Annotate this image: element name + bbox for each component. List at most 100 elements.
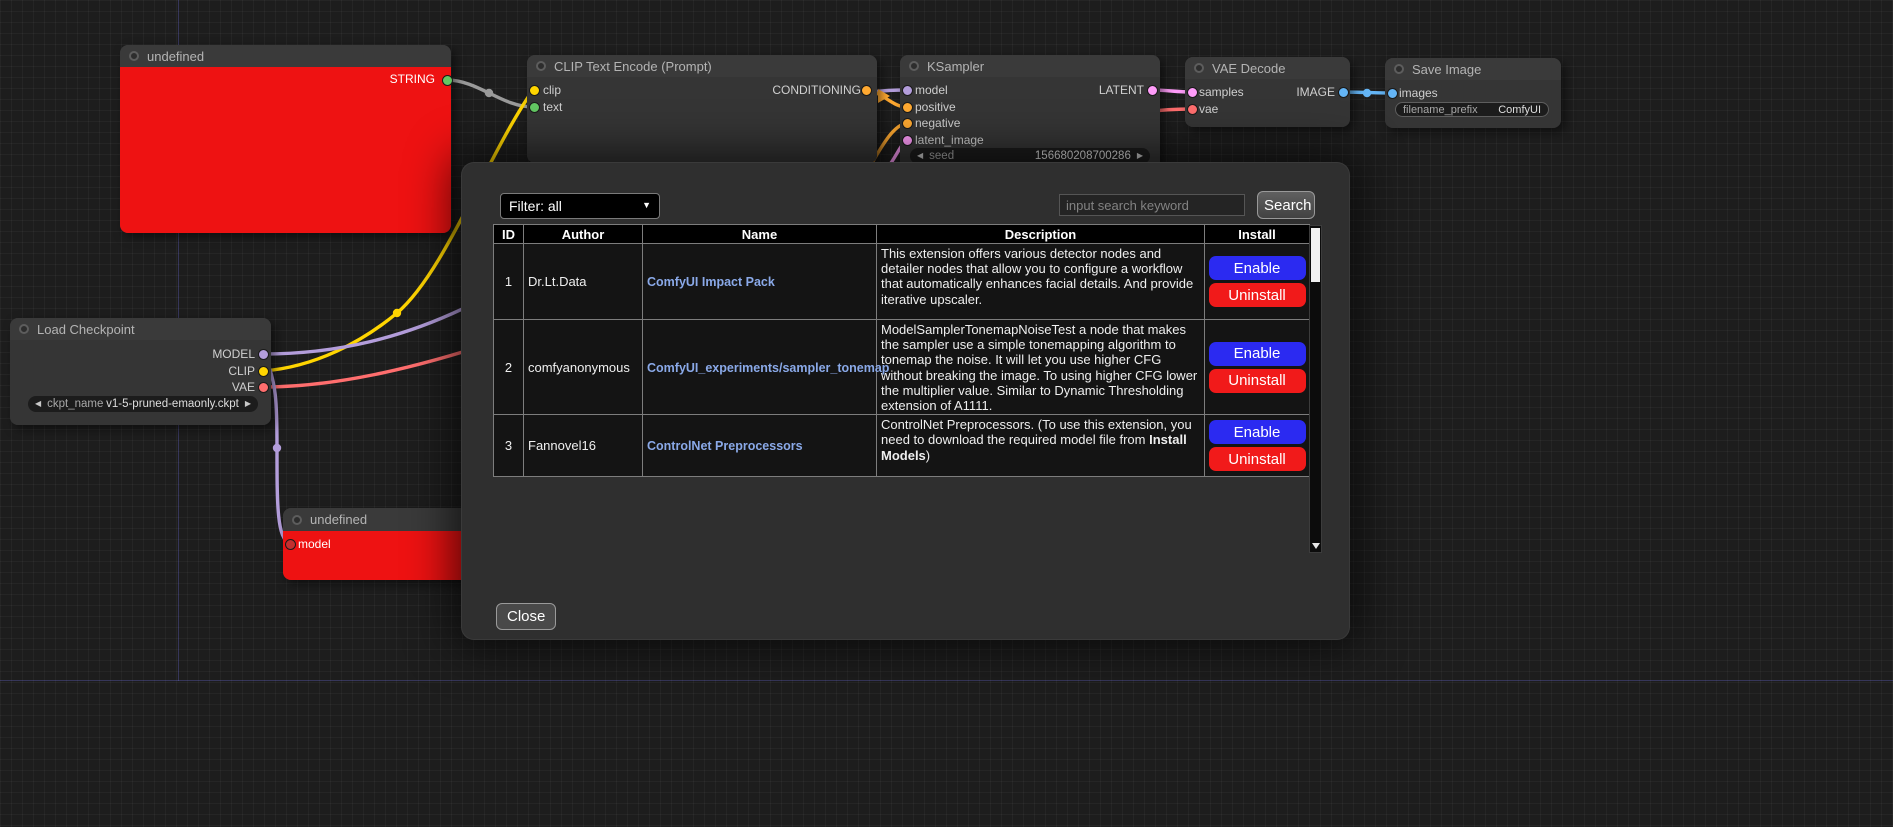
node-title: CLIP Text Encode (Prompt) — [554, 59, 712, 74]
seed-widget-value: 156680208700286 — [1035, 150, 1131, 162]
cell-name: ControlNet Preprocessors — [643, 415, 877, 477]
node-title-bar[interactable]: KSampler — [900, 55, 1160, 77]
output-slot-conditioning[interactable] — [861, 85, 872, 96]
seed-widget[interactable]: ◀ seed 156680208700286 ▶ — [910, 148, 1150, 164]
node-save-image[interactable]: Save Image images filename_prefix ComfyU… — [1385, 58, 1561, 128]
input-label-text: text — [543, 100, 562, 114]
custom-nodes-manager-dialog: Filter: all ▼ Search ID Author Name Desc… — [462, 163, 1349, 639]
collapse-dot-icon[interactable] — [1194, 63, 1204, 73]
col-header-description: Description — [877, 225, 1205, 244]
node-load-checkpoint[interactable]: Load Checkpoint MODEL CLIP VAE ◀ ckpt_na… — [10, 318, 271, 425]
node-title: Load Checkpoint — [37, 322, 135, 337]
table-row: 1 Dr.Lt.Data ComfyUI Impact Pack This ex… — [494, 244, 1310, 320]
decrement-arrow-icon[interactable]: ◀ — [917, 152, 923, 160]
description-text: ControlNet Preprocessors. (To use this e… — [881, 417, 1192, 447]
collapse-dot-icon[interactable] — [292, 515, 302, 525]
input-label-samples: samples — [1199, 85, 1244, 99]
node-title-bar[interactable]: Save Image — [1385, 58, 1561, 80]
node-title: VAE Decode — [1212, 61, 1285, 76]
input-label-images: images — [1399, 86, 1438, 100]
ckpt-name-widget[interactable]: ◀ ckpt_name v1-5-pruned-emaonly.ckpt ▶ — [28, 396, 258, 412]
output-slot-clip[interactable] — [258, 366, 269, 377]
collapse-dot-icon[interactable] — [909, 61, 919, 71]
node-title: Save Image — [1412, 62, 1481, 77]
input-slot-negative[interactable] — [902, 118, 913, 129]
filter-dropdown[interactable]: Filter: all ▼ — [500, 193, 660, 219]
input-slot-model[interactable] — [902, 85, 913, 96]
enable-button[interactable]: Enable — [1209, 420, 1306, 444]
increment-arrow-icon[interactable]: ▶ — [1137, 152, 1143, 160]
cell-install: Enable Uninstall — [1205, 320, 1310, 415]
filename-prefix-widget[interactable]: filename_prefix ComfyUI — [1395, 102, 1549, 117]
col-header-name: Name — [643, 225, 877, 244]
output-slot-string[interactable] — [442, 75, 453, 86]
input-label-model: model — [915, 83, 948, 97]
wire-dot — [485, 89, 493, 97]
enable-button[interactable]: Enable — [1209, 342, 1306, 366]
output-label-image: IMAGE — [1296, 85, 1335, 99]
extensions-table: ID Author Name Description Install 1 Dr.… — [493, 224, 1310, 477]
ckpt-name-value: v1-5-pruned-emaonly.ckpt — [106, 398, 239, 410]
input-label-latent-image: latent_image — [915, 133, 984, 147]
col-header-author: Author — [524, 225, 643, 244]
extension-link[interactable]: ComfyUI_experiments/sampler_tonemap — [647, 361, 889, 375]
uninstall-button[interactable]: Uninstall — [1209, 283, 1306, 307]
output-slot-image[interactable] — [1338, 87, 1349, 98]
enable-button[interactable]: Enable — [1209, 256, 1306, 280]
description-text: ) — [926, 448, 930, 463]
wire-dot — [393, 309, 401, 317]
next-arrow-icon[interactable]: ▶ — [245, 400, 251, 408]
close-button[interactable]: Close — [496, 603, 556, 630]
cell-description: This extension offers various detector n… — [877, 244, 1205, 320]
input-slot-model[interactable] — [285, 539, 296, 550]
node-title-bar[interactable]: VAE Decode — [1185, 57, 1350, 79]
input-slot-latent-image[interactable] — [902, 135, 913, 146]
cell-install: Enable Uninstall — [1205, 244, 1310, 320]
input-slot-text[interactable] — [529, 102, 540, 113]
input-label-negative: negative — [915, 116, 960, 130]
extension-link[interactable]: ControlNet Preprocessors — [647, 439, 803, 453]
extension-link[interactable]: ComfyUI Impact Pack — [647, 275, 775, 289]
input-slot-samples[interactable] — [1187, 87, 1198, 98]
output-label-model: MODEL — [212, 347, 255, 361]
input-slot-positive[interactable] — [902, 102, 913, 113]
collapse-dot-icon[interactable] — [129, 51, 139, 61]
input-label-model: model — [298, 537, 331, 551]
scrollbar-down-arrow-icon[interactable] — [1312, 543, 1320, 549]
node-title-bar[interactable]: CLIP Text Encode (Prompt) — [527, 55, 877, 77]
search-button[interactable]: Search — [1257, 191, 1315, 219]
input-slot-images[interactable] — [1387, 88, 1398, 99]
output-label-latent: LATENT — [1099, 83, 1144, 97]
uninstall-button[interactable]: Uninstall — [1209, 447, 1306, 471]
prev-arrow-icon[interactable]: ◀ — [35, 400, 41, 408]
collapse-dot-icon[interactable] — [1394, 64, 1404, 74]
input-label-positive: positive — [915, 100, 956, 114]
input-slot-vae[interactable] — [1187, 104, 1198, 115]
output-label-vae: VAE — [232, 380, 255, 394]
output-slot-vae[interactable] — [258, 382, 269, 393]
output-slot-model[interactable] — [258, 349, 269, 360]
node-undefined-top[interactable]: undefined STRING — [120, 45, 451, 233]
cell-install: Enable Uninstall — [1205, 415, 1310, 477]
table-scrollbar[interactable] — [1309, 225, 1322, 553]
node-clip-text-encode[interactable]: CLIP Text Encode (Prompt) clip text COND… — [527, 55, 877, 163]
output-slot-latent[interactable] — [1147, 85, 1158, 96]
node-vae-decode[interactable]: VAE Decode samples vae IMAGE — [1185, 57, 1350, 127]
wire-dot — [273, 444, 281, 452]
ckpt-name-label: ckpt_name — [47, 398, 103, 410]
node-body — [120, 67, 451, 233]
scrollbar-thumb[interactable] — [1311, 228, 1320, 282]
collapse-dot-icon[interactable] — [19, 324, 29, 334]
cell-id: 2 — [494, 320, 524, 415]
col-header-id: ID — [494, 225, 524, 244]
table-row: 2 comfyanonymous ComfyUI_experiments/sam… — [494, 320, 1310, 415]
output-label-string: STRING — [390, 72, 435, 86]
node-title-bar[interactable]: undefined — [120, 45, 451, 67]
wire-dot — [1363, 89, 1371, 97]
uninstall-button[interactable]: Uninstall — [1209, 369, 1306, 393]
filter-select[interactable]: Filter: all — [500, 193, 660, 219]
search-input[interactable] — [1059, 194, 1245, 216]
collapse-dot-icon[interactable] — [536, 61, 546, 71]
node-title-bar[interactable]: Load Checkpoint — [10, 318, 271, 340]
input-slot-clip[interactable] — [529, 85, 540, 96]
